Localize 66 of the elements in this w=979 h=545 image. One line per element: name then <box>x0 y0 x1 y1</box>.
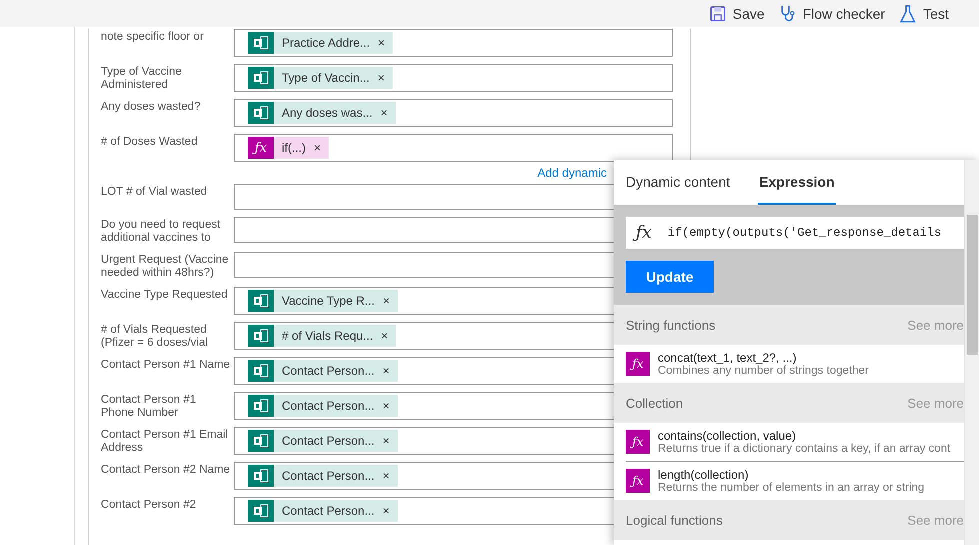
forms-icon <box>248 290 274 312</box>
remove-icon[interactable]: × <box>382 294 398 308</box>
function-icon: ƒx <box>248 137 274 159</box>
function-icon: ƒx <box>626 352 650 376</box>
field-label: Contact Person #2 <box>101 498 198 512</box>
field-label: # of Doses Wasted <box>101 135 199 149</box>
field-label: Contact Person #1 Name <box>101 358 232 372</box>
toolbar-button[interactable]: Flow checker <box>778 2 886 24</box>
field-label: note specific floor or <box>101 30 205 44</box>
input-field[interactable]: Any doses was... × <box>234 99 673 127</box>
remove-icon[interactable]: × <box>382 434 398 448</box>
flask-icon <box>899 4 918 22</box>
token-label: Contact Person... <box>281 399 376 413</box>
field-label: Contact Person #1 Email Address <box>101 428 230 455</box>
field-label: Type of Vaccine Administered <box>101 65 183 92</box>
toolbar-button[interactable]: Save <box>708 2 765 24</box>
token-label: if(...) <box>281 141 307 155</box>
remove-icon[interactable]: × <box>382 399 398 413</box>
remove-icon[interactable]: × <box>382 504 398 518</box>
token-label: Contact Person... <box>281 504 376 518</box>
field-label: LOT # of Vial wasted <box>101 185 208 199</box>
token-label: Type of Vaccin... <box>281 71 371 85</box>
token-label: Any doses was... <box>281 106 374 120</box>
scrollbar-thumb[interactable] <box>967 215 978 355</box>
input-field[interactable]: Practice Addre... × <box>234 29 673 57</box>
stethoscope-icon <box>778 4 797 22</box>
function-icon: ƒx <box>626 469 650 493</box>
input-field[interactable]: Type of Vaccin... × <box>234 64 673 92</box>
forms-icon <box>248 465 274 487</box>
toolbar-button[interactable]: Test <box>899 2 949 24</box>
field-label: Any doses wasted? <box>101 100 202 114</box>
forms-icon <box>248 325 274 347</box>
remove-icon[interactable]: × <box>380 106 396 120</box>
token-label: Contact Person... <box>281 469 376 483</box>
token-label: # of Vials Requ... <box>281 329 374 343</box>
forms-icon <box>248 32 274 54</box>
token-label: Contact Person... <box>281 434 376 448</box>
token-label: Contact Person... <box>281 364 376 378</box>
add-dynamic-content-link[interactable]: Add dynamic <box>538 166 607 180</box>
remove-icon[interactable]: × <box>378 36 394 50</box>
panel-tab[interactable]: Dynamic content <box>626 160 730 205</box>
token-label: Practice Addre... <box>281 36 372 50</box>
expression-field[interactable]: ƒx if(empty(outputs('Get_response_details <box>626 217 964 249</box>
forms-icon <box>248 430 274 452</box>
field-label: Contact Person #1 Phone Number <box>101 393 198 420</box>
forms-icon <box>248 360 274 382</box>
forms-icon <box>248 395 274 417</box>
field-label: # of Vials Requested (Pfizer = 6 doses/vial <box>101 323 210 350</box>
scrollbar[interactable] <box>964 160 979 545</box>
field-label: Do you need to request additional vaccines to <box>101 218 222 245</box>
input-field[interactable]: ƒx if(...) × <box>234 134 673 162</box>
forms-icon <box>248 102 274 124</box>
token-label: Vaccine Type R... <box>281 294 376 308</box>
field-label: Contact Person #2 Name <box>101 463 232 477</box>
remove-icon[interactable]: × <box>382 364 398 378</box>
update-button[interactable]: Update <box>626 261 714 293</box>
remove-icon[interactable]: × <box>381 329 396 343</box>
function-icon: ƒx <box>626 430 650 454</box>
save-icon <box>708 4 727 22</box>
forms-icon <box>248 67 274 89</box>
remove-icon[interactable]: × <box>314 141 330 155</box>
forms-icon <box>248 500 274 522</box>
remove-icon[interactable]: × <box>382 469 398 483</box>
field-label: Urgent Request (Vaccine needed within 48hrs?) <box>101 253 230 280</box>
remove-icon[interactable]: × <box>378 71 393 85</box>
field-label: Vaccine Type Requested <box>101 288 229 302</box>
